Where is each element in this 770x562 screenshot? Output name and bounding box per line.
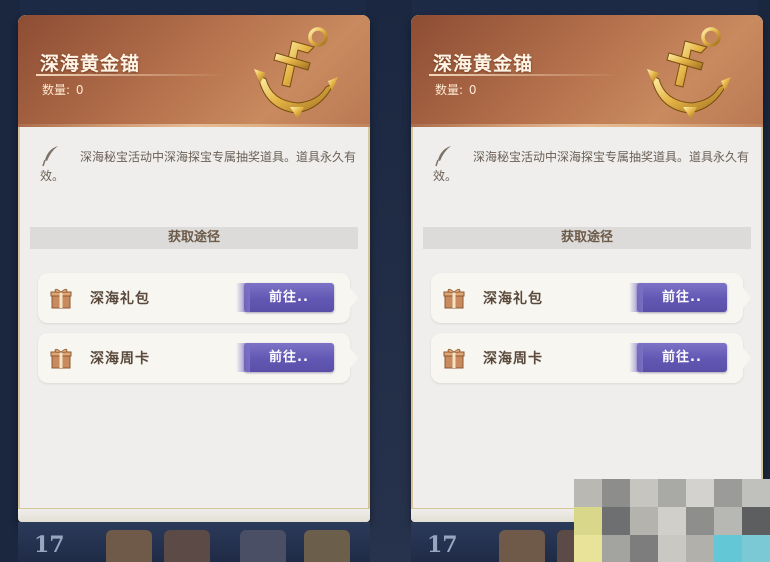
route-item-deep-sea-weekly-card: 深海周卡 前往.. [431, 333, 751, 383]
character-portrait [106, 530, 152, 562]
route-label: 深海周卡 [90, 351, 150, 367]
go-button[interactable]: 前往.. [236, 283, 334, 312]
route-label: 深海礼包 [483, 291, 543, 307]
gift-box-icon [50, 348, 72, 369]
item-name: 深海黄金锚 [433, 53, 534, 75]
route-label: 深海周卡 [483, 351, 543, 367]
character-portrait [499, 530, 545, 562]
quantity-value: 0 [468, 83, 477, 97]
item-header: 深海黄金锚 数量: 0 [18, 15, 370, 127]
section-title-obtain: 获取途径 [30, 227, 358, 249]
go-button[interactable]: 前往.. [629, 343, 727, 372]
gift-box-icon [443, 288, 465, 309]
background-middle [366, 0, 412, 562]
background-card-strip: 17 [18, 522, 370, 562]
gold-anchor-icon [647, 27, 731, 119]
route-item-deep-sea-pack: 深海礼包 前往.. [38, 273, 358, 323]
item-quantity: 数量: 0 [433, 81, 477, 98]
item-description: 深海秘宝活动中深海探宝专属抽奖道具。道具永久有效。 [40, 150, 357, 183]
gold-anchor-icon [254, 27, 338, 119]
title-divider [429, 74, 619, 76]
quantity-value: 0 [75, 83, 84, 97]
character-portrait [164, 530, 210, 562]
character-portrait [240, 530, 286, 562]
item-detail-panel-1: 深海黄金锚 数量: 0 深海秘宝活动中深海探宝专属抽奖道具。道具永久有效。 获取… [18, 15, 370, 522]
gift-box-icon [50, 288, 72, 309]
item-header: 深海黄金锚 数量: 0 [411, 15, 763, 127]
route-label: 深海礼包 [90, 291, 150, 307]
route-item-deep-sea-weekly-card: 深海周卡 前往.. [38, 333, 358, 383]
character-portrait [304, 530, 350, 562]
quantity-label: 数量: [435, 83, 464, 97]
panel-footer [18, 508, 370, 522]
go-button[interactable]: 前往.. [629, 283, 727, 312]
level-number: 17 [427, 532, 458, 558]
background-left [0, 0, 20, 562]
level-number: 17 [34, 532, 65, 558]
title-divider [36, 74, 226, 76]
pixelated-watermark [574, 479, 770, 562]
item-description: 深海秘宝活动中深海探宝专属抽奖道具。道具永久有效。 [433, 150, 750, 183]
quantity-label: 数量: [42, 83, 71, 97]
route-item-deep-sea-pack: 深海礼包 前往.. [431, 273, 751, 323]
go-button[interactable]: 前往.. [236, 343, 334, 372]
item-quantity: 数量: 0 [40, 81, 84, 98]
item-name: 深海黄金锚 [40, 53, 141, 75]
gift-box-icon [443, 348, 465, 369]
section-title-obtain: 获取途径 [423, 227, 751, 249]
item-detail-panel-2: 深海黄金锚 数量: 0 深海秘宝活动中深海探宝专属抽奖道具。道具永久有效。 获取… [411, 15, 763, 522]
